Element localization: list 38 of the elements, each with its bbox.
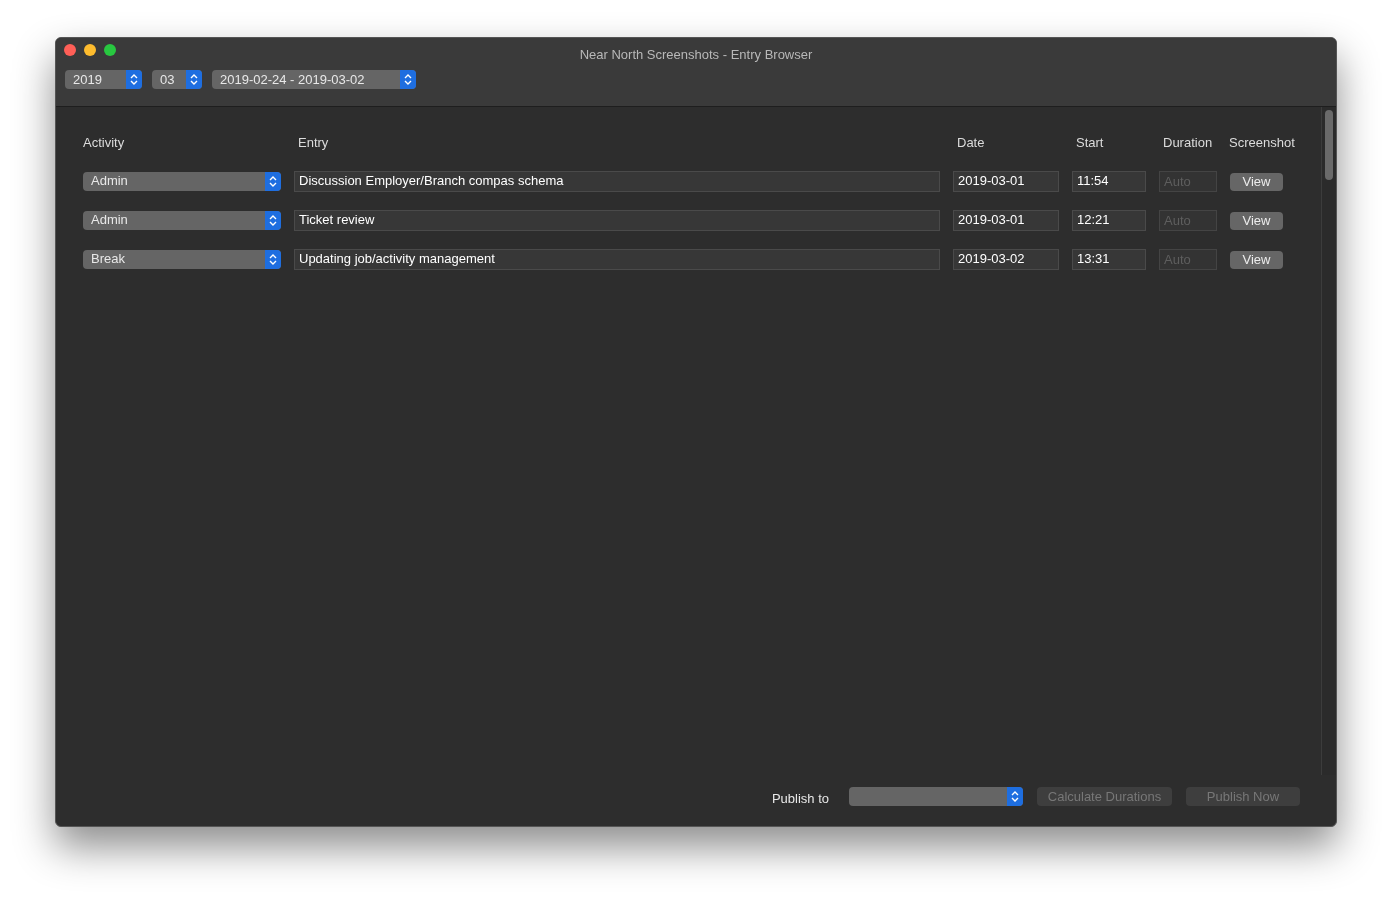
start-field[interactable]: 13:31 [1072, 248, 1146, 270]
stepper-icon [269, 214, 277, 226]
start-field[interactable]: 12:21 [1072, 209, 1146, 231]
view-button[interactable]: View [1230, 250, 1283, 269]
column-header: Start [1075, 135, 1104, 150]
column-header: Duration [1162, 135, 1213, 150]
entry-field[interactable]: Updating job/activity management [294, 248, 940, 270]
publish-target-select[interactable] [849, 786, 1023, 806]
date-field[interactable]: 2019-03-01 [953, 209, 1059, 231]
stepper-icon [404, 74, 412, 85]
stepper-icon [269, 253, 277, 265]
activity-select[interactable]: Admin [83, 171, 281, 191]
activity-select[interactable]: Admin [83, 210, 281, 230]
month-select[interactable]: 03 [152, 70, 202, 89]
date-field[interactable]: 2019-03-01 [953, 170, 1059, 192]
year-select[interactable]: 2019 [65, 70, 142, 89]
entry-field[interactable]: Ticket review [294, 209, 940, 231]
stepper-icon [269, 175, 277, 187]
view-button[interactable]: View [1230, 211, 1283, 230]
start-field[interactable]: 11:54 [1072, 170, 1146, 192]
column-header: Screenshot [1229, 135, 1295, 150]
view-button[interactable]: View [1230, 172, 1283, 191]
week-select[interactable]: 2019-02-24 - 2019-03-02 [212, 70, 416, 89]
publish-label: Publish to [771, 789, 829, 808]
zoom-button[interactable] [104, 44, 116, 56]
stepper-icon [1011, 790, 1019, 802]
window-title: Near North Screenshots - Entry Browser [579, 47, 813, 62]
column-header: Entry [297, 135, 329, 150]
column-header: Activity [83, 135, 125, 150]
stepper-icon [130, 74, 138, 85]
scrollbar-thumb[interactable] [1325, 110, 1333, 180]
minimize-button[interactable] [84, 44, 96, 56]
entry-field[interactable]: Discussion Employer/Branch compas schema [294, 170, 940, 192]
close-button[interactable] [64, 44, 76, 56]
date-field[interactable]: 2019-03-02 [953, 248, 1059, 270]
column-header: Date [956, 135, 985, 150]
stepper-icon [190, 74, 198, 85]
activity-select[interactable]: Break [83, 249, 281, 269]
